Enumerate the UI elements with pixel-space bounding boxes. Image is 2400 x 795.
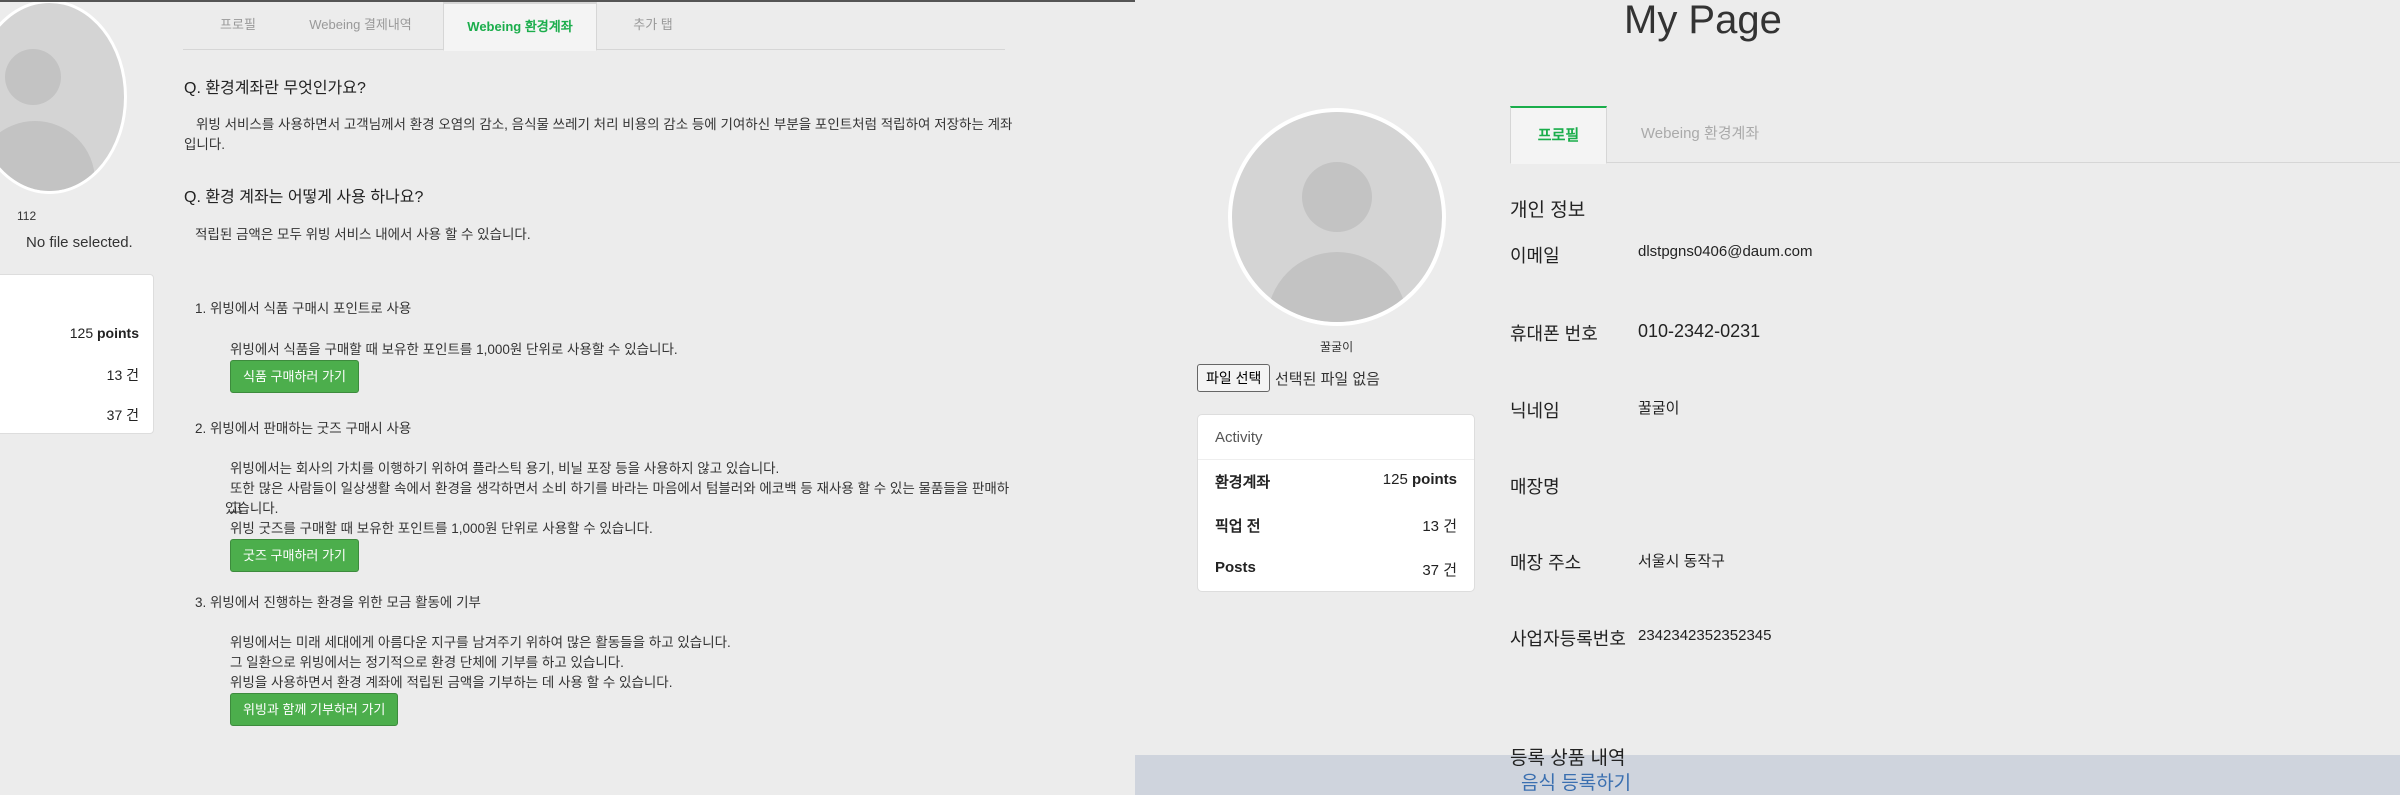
activity-label-eco: 환경계좌 [1215,474,1271,491]
stat-pickup-value: 13 건 [106,367,139,383]
profile-avatar [0,2,127,194]
registered-items-title: 등록 상품 내역 [1510,748,1626,769]
no-file-text: 선택된 파일 없음 [1275,371,1380,388]
profile-avatar[interactable] [1228,108,1446,326]
tab-payments[interactable]: Webeing 결제내역 [293,2,428,50]
right-panel: My Page 꿀굴이 파일 선택 선택된 파일 없음 Activity 환경계… [1135,0,2400,795]
donate-button[interactable]: 위빙과 함께 기부하러 가기 [230,693,399,726]
question-2: Q. 환경 계좌는 어떻게 사용 하나요? [184,189,424,206]
activity-card: Activity 환경계좌 125 points 픽업 전 13 건 Posts… [1197,414,1475,592]
activity-value-eco: 125 points [1383,471,1457,488]
stat-points-unit: points [97,325,139,341]
nickname-label: 닉네임 [1510,401,1560,421]
avatar-head [5,49,61,105]
activity-value-pickup: 13 건 [1422,518,1457,535]
profile-nickname: 112 [17,209,37,223]
usage-item-3-desc-3: 위빙을 사용하면서 환경 계좌에 적립된 금액을 기부하는 데 사용 할 수 있… [230,675,673,690]
eco-points-unit: points [1412,471,1457,488]
activity-value-posts: 37 건 [1422,562,1457,579]
usage-item-2-desc-3: 있습니다. [225,501,279,516]
tab-bar: 프로필 Webeing 환경계좌 [1510,106,2400,164]
phone-label: 휴대폰 번호 [1510,324,1598,344]
business-number-value: 2342342352352345 [1638,627,1772,644]
activity-label-posts: Posts [1215,559,1256,576]
register-food-link[interactable]: 음식 등록하기 [1521,768,1631,795]
question-1: Q. 환경계좌란 무엇인가요? [184,80,366,97]
stat-posts: 37 건 [107,405,139,425]
business-number-label: 사업자등록번호 [1510,629,1626,649]
usage-item-2-desc-4: 위빙 굿즈를 구매할 때 보유한 포인트를 1,000원 단위로 사용할 수 있… [230,521,653,536]
choose-file-button[interactable]: 파일 선택 [1197,364,1271,392]
store-address-value: 서울시 동작구 [1638,553,1725,570]
profile-nickname: 꿀굴이 [1320,340,1354,354]
store-name-label: 매장명 [1510,477,1560,497]
tab-extra[interactable]: 추가 탭 [608,2,698,50]
usage-item-1-title: 1. 위빙에서 식품 구매시 포인트로 사용 [195,301,412,316]
activity-card: 125 points 13 건 37 건 [0,274,154,434]
answer-1-line-2: 입니다. [184,137,226,152]
store-address-label: 매장 주소 [1510,553,1582,573]
activity-heading: Activity [1215,429,1263,446]
usage-item-2-desc-1: 위빙에서는 회사의 가치를 이행하기 위하여 플라스틱 용기, 비닐 포장 등을… [230,461,780,476]
personal-info-title: 개인 정보 [1510,200,1586,221]
answer-2: 적립된 금액은 모두 위빙 서비스 내에서 사용 할 수 있습니다. [195,227,531,242]
left-panel: 112 No file selected. 125 points 13 건 37… [0,0,1135,795]
avatar-head [1302,162,1372,232]
avatar-body [1267,252,1407,322]
answer-1-line-1: 위빙 서비스를 사용하면서 고객님께서 환경 오염의 감소, 음식물 쓰레기 처… [196,117,1013,132]
usage-item-3-desc-1: 위빙에서는 미래 세대에게 아름다운 지구를 남겨주기 위하여 많은 활동들을 … [230,635,731,650]
usage-item-3-title: 3. 위빙에서 진행하는 환경을 위한 모금 활동에 기부 [195,595,481,610]
avatar-body [0,121,95,191]
buy-goods-button[interactable]: 굿즈 구매하러 가기 [230,539,359,572]
stat-pickup: 13 건 [107,365,139,385]
stat-points: 125 points [70,325,139,341]
bottom-band [1135,755,2400,795]
stat-posts-value: 37 건 [106,407,139,423]
page-title: My Page [1624,0,1782,42]
usage-item-2-title: 2. 위빙에서 판매하는 굿즈 구매시 사용 [195,421,412,436]
usage-item-1-desc: 위빙에서 식품을 구매할 때 보유한 포인트를 1,000원 단위로 사용할 수… [230,342,678,357]
tab-profile[interactable]: 프로필 [193,2,283,50]
tab-bar: 프로필 Webeing 결제내역 Webeing 환경계좌 추가 탭 [183,2,1005,51]
phone-value: 010-2342-0231 [1638,321,1761,341]
email-value: dlstpgns0406@daum.com [1638,243,1813,260]
nickname-value: 꿀굴이 [1638,400,1680,417]
tab-eco-account[interactable]: Webeing 환경계좌 [1625,106,1775,163]
email-label: 이메일 [1510,246,1560,266]
tab-profile[interactable]: 프로필 [1510,106,1607,164]
buy-food-button[interactable]: 식품 구매하러 가기 [230,360,359,393]
activity-divider [1198,459,1474,460]
usage-item-2-desc-2: 또한 많은 사람들이 일상생활 속에서 환경을 생각하면서 소비 하기를 바라는… [230,481,1010,516]
usage-item-3-desc-2: 그 일환으로 위빙에서는 정기적으로 환경 단체에 기부를 하고 있습니다. [230,655,624,670]
eco-points-value: 125 [1382,471,1408,488]
activity-label-pickup: 픽업 전 [1215,518,1261,535]
tab-eco-account[interactable]: Webeing 환경계좌 [443,2,597,51]
no-file-text: No file selected. [26,234,133,251]
stat-points-value: 125 [69,325,94,341]
